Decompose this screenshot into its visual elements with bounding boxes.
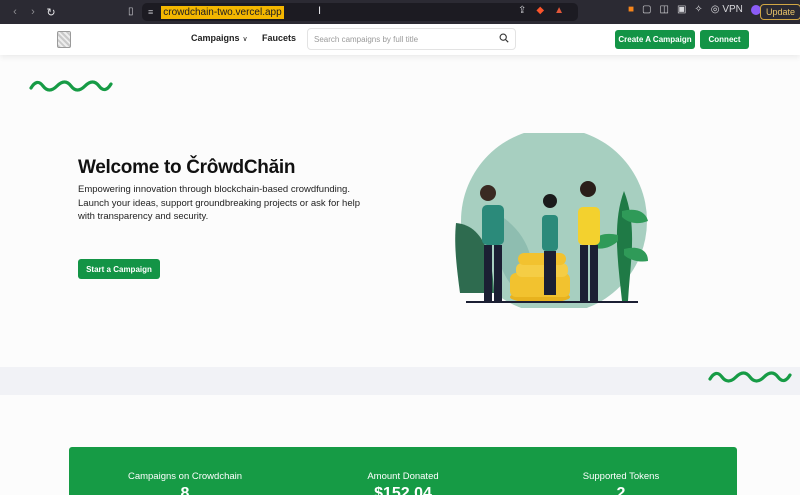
update-button[interactable]: Update: [760, 4, 800, 20]
vpn-button[interactable]: ◎ VPN: [711, 4, 743, 15]
chevron-down-icon: ∨: [242, 36, 248, 43]
metamask-icon[interactable]: ■: [628, 4, 634, 15]
browser-toolbar: ‹ › ↻ ▯ ≡ crowdchain-two.vercel.app I ⇪ …: [0, 0, 800, 24]
nav-campaigns-label: Campaigns: [191, 33, 240, 43]
page: Campaigns∨ Faucets Create A Campaign Con…: [0, 24, 800, 495]
extensions-area: ■ ▢ ◫ ▣ ✧ ◎ VPN: [628, 4, 761, 15]
start-campaign-button[interactable]: Start a Campaign: [78, 259, 160, 279]
reload-icon[interactable]: ↻: [44, 6, 58, 19]
stat-label-donated: Amount Donated: [367, 471, 439, 482]
nav-faucets-link[interactable]: Faucets: [262, 33, 296, 43]
address-url[interactable]: crowdchain-two.vercel.app: [161, 5, 284, 19]
stats-panel: Campaigns on Crowdchain 8 Amount Donated…: [69, 447, 737, 495]
search-icon[interactable]: [499, 33, 509, 43]
stat-value-campaigns: 8: [180, 485, 190, 495]
create-campaign-button[interactable]: Create A Campaign: [615, 30, 695, 49]
back-icon[interactable]: ‹: [8, 6, 22, 19]
stat-value-donated: $152.04: [374, 485, 432, 495]
vpn-label: VPN: [722, 4, 743, 15]
stat-value-tokens: 2: [616, 485, 626, 495]
bookmark-icon[interactable]: ▯: [128, 6, 140, 18]
wallet-icon[interactable]: ▣: [677, 4, 686, 15]
extensions-icon[interactable]: ▢: [642, 4, 651, 15]
text-cursor-icon: I: [318, 5, 322, 17]
share-icon[interactable]: ⇪: [518, 5, 526, 16]
sidebar-icon[interactable]: ◫: [660, 4, 669, 15]
connect-wallet-button[interactable]: Connect: [700, 30, 749, 49]
search-input[interactable]: [314, 33, 494, 46]
hero-description: Empowering innovation through blockchain…: [78, 184, 361, 222]
section-divider-band: [0, 367, 800, 395]
decorative-wave-bottom: [708, 371, 792, 383]
site-header: Campaigns∨ Faucets Create A Campaign Con…: [0, 24, 800, 55]
address-bar-actions: ⇪ ◆ ▲: [518, 5, 564, 16]
rewards-icon[interactable]: ▲: [554, 5, 564, 16]
brave-shield-icon[interactable]: ◆: [536, 5, 544, 16]
search-box: [307, 28, 516, 50]
crowdfunding-illustration: [455, 133, 648, 308]
stat-label-tokens: Supported Tokens: [582, 471, 660, 482]
nav-campaigns-dropdown[interactable]: Campaigns ∨: [191, 33, 248, 43]
decorative-wave-top: [29, 80, 113, 92]
address-bar[interactable]: ≡ crowdchain-two.vercel.app I ⇪ ◆ ▲: [142, 3, 578, 21]
site-settings-icon[interactable]: ≡: [148, 7, 153, 17]
browser-window: ‹ › ↻ ▯ ≡ crowdchain-two.vercel.app I ⇪ …: [0, 0, 800, 495]
hero-title: Welcome to ČrôwdChăin: [78, 157, 296, 178]
forward-icon[interactable]: ›: [26, 6, 40, 19]
browser-nav: ‹ › ↻: [8, 6, 58, 19]
leo-icon[interactable]: ✧: [694, 4, 702, 15]
stat-label-campaigns: Campaigns on Crowdchain: [127, 471, 243, 482]
site-logo[interactable]: [57, 31, 71, 48]
